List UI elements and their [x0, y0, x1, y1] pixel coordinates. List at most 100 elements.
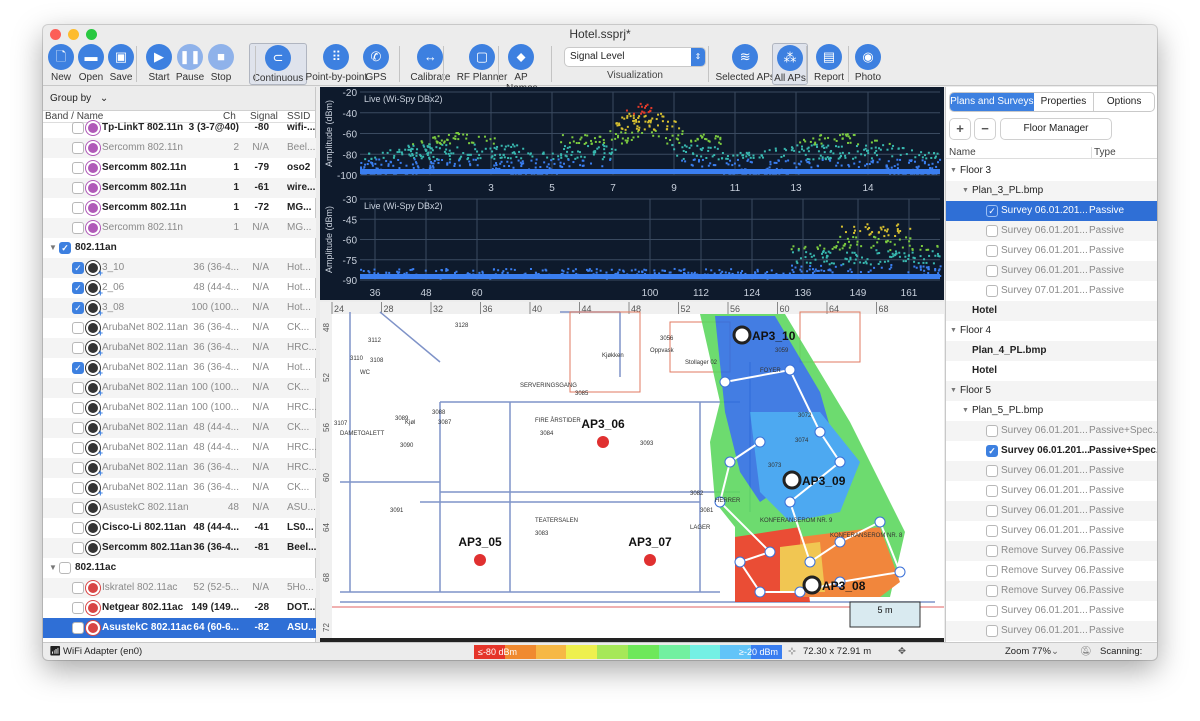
ap-row[interactable]: + ArubaNet 802.11an 36 (36-4... N/A CK... [43, 478, 316, 498]
ap-checkbox[interactable] [72, 522, 84, 534]
survey-checkbox[interactable]: ✓ [986, 205, 998, 217]
survey-row[interactable]: Survey 06.01.201... Passive [946, 481, 1157, 501]
report-button[interactable]: ▤ Report [814, 44, 844, 83]
pause-button[interactable]: ❚❚ Pause [175, 44, 205, 83]
disclosure-triangle-icon[interactable]: ▼ [950, 381, 957, 401]
ap-checkbox[interactable] [72, 182, 84, 194]
survey-checkbox[interactable] [986, 605, 998, 617]
ap-row[interactable]: Cisco-Li 802.11an 48 (44-4... -41 LS0... [43, 518, 316, 538]
all-aps-button[interactable]: ⁂ All APs [772, 43, 808, 85]
ap-checkbox[interactable] [72, 342, 84, 354]
ap-checkbox[interactable] [72, 422, 84, 434]
ap-row[interactable]: Sercomm 802.11n 1 -79 oso2 [43, 158, 316, 178]
start-button[interactable]: ▶ Start [144, 44, 174, 83]
survey-row[interactable]: Survey 06.01.201... Passive [946, 221, 1157, 241]
disclosure-triangle-icon[interactable]: ▼ [962, 181, 969, 201]
close-window-button[interactable] [50, 29, 61, 40]
group-checkbox[interactable] [59, 562, 71, 574]
ap-checkbox[interactable]: ✓ [72, 282, 84, 294]
survey-checkbox[interactable] [986, 505, 998, 517]
group-checkbox[interactable]: ✓ [59, 242, 71, 254]
survey-checkbox[interactable] [986, 625, 998, 637]
ap-marker-AP3_05[interactable]: AP3_05 [458, 535, 502, 566]
survey-row[interactable]: Remove Survey 06... Passive [946, 561, 1157, 581]
survey-checkbox[interactable] [986, 465, 998, 477]
ap-row[interactable]: ✓ + ArubaNet 802.11an 36 (36-4... N/A Hot... [43, 358, 316, 378]
survey-checkbox[interactable]: ✓ [986, 445, 998, 457]
tab-properties[interactable]: Properties [1034, 93, 1095, 111]
ap-row[interactable]: + ArubaNet 802.11an 36 (36-4... N/A HRC... [43, 338, 316, 358]
zoom-level[interactable]: Zoom 77% [1005, 643, 1051, 660]
plan-row[interactable]: Hotel [946, 301, 1157, 321]
survey-checkbox[interactable] [986, 585, 998, 597]
zoom-window-button[interactable] [86, 29, 97, 40]
survey-row[interactable]: Survey 06.01.201... Passive [946, 461, 1157, 481]
ap-row[interactable]: Sercomm 802.11n 2 N/A Beel... [43, 138, 316, 158]
ap-checkbox[interactable] [72, 202, 84, 214]
ap-row[interactable]: Sercomm 802.11an 36 (36-4... -81 Beel... [43, 538, 316, 558]
move-icon[interactable]: ✥ [898, 643, 906, 660]
floor-row[interactable]: ▼ Floor 4 [946, 321, 1157, 341]
ap-row[interactable]: + ArubaNet 802.11an 100 (100... N/A HRC... [43, 398, 316, 418]
ap-row[interactable]: + ArubaNet 802.11an 36 (36-4... N/A HRC... [43, 458, 316, 478]
tab-plans-and-surveys[interactable]: Plans and Surveys [950, 93, 1034, 111]
ap-row[interactable]: Netgear 802.11ac 149 (149... -28 DOT... [43, 598, 316, 618]
ap-checkbox[interactable] [72, 502, 84, 514]
floor-manager-button[interactable]: Floor Manager [1001, 119, 1111, 139]
ap-row[interactable]: ✓ +3_10 36 (36-4... N/A Hot... [43, 258, 316, 278]
visualization-select[interactable]: Signal Level ⇕ [565, 48, 705, 66]
floor-row[interactable]: ▼ Floor 3 [946, 161, 1157, 181]
ap-checkbox[interactable] [72, 402, 84, 414]
ap-checkbox[interactable] [72, 462, 84, 474]
ap-row[interactable]: Sercomm 802.11n 1 N/A MG... [43, 218, 316, 238]
ap-marker-AP3_10[interactable]: AP3_10 [732, 325, 796, 345]
survey-row[interactable]: Remove Survey 06... Passive [946, 541, 1157, 561]
new-button[interactable]: 🗋︎ New [46, 44, 76, 83]
ap-row[interactable]: ✓ +3_08 100 (100... N/A Hot... [43, 298, 316, 318]
rf-planner-button[interactable]: ▢ RF Planner [453, 44, 511, 83]
ap-checkbox[interactable]: ✓ [72, 262, 84, 274]
survey-row[interactable]: Remove Survey 06... Passive [946, 581, 1157, 601]
survey-row[interactable]: Survey 06.01.201... Passive [946, 241, 1157, 261]
ap-row[interactable]: Sercomm 802.11n 1 -61 wire... [43, 178, 316, 198]
minimize-window-button[interactable] [68, 29, 79, 40]
ap-row[interactable]: Iskratel 802.11ac 52 (52-5... N/A 5Ho... [43, 578, 316, 598]
column-name[interactable]: Name [949, 147, 976, 158]
plan-row[interactable]: Plan_4_PL.bmp [946, 341, 1157, 361]
survey-row[interactable]: ✓ Survey 06.01.201... Passive+Spec... [946, 441, 1157, 461]
survey-checkbox[interactable] [986, 485, 998, 497]
ap-row[interactable]: ✓ +2_06 48 (44-4... N/A Hot... [43, 278, 316, 298]
ap-checkbox[interactable] [72, 222, 84, 234]
survey-row[interactable]: Survey 06.01.201... Passive [946, 501, 1157, 521]
zoom-chevron-icon[interactable]: ⌄ [1051, 643, 1059, 660]
ap-checkbox[interactable] [72, 322, 84, 334]
band-group-802.11ac[interactable]: ▼ 802.11ac [43, 558, 316, 578]
survey-checkbox[interactable] [986, 545, 998, 557]
band-group-802.11an[interactable]: ▼ ✓ 802.11an [43, 238, 316, 258]
calibrate-button[interactable]: ↔ Calibrate [404, 44, 457, 83]
ap-checkbox[interactable] [72, 122, 84, 134]
plan-row[interactable]: ▼ Plan_5_PL.bmp [946, 401, 1157, 421]
disclosure-triangle-icon[interactable]: ▼ [962, 401, 969, 421]
ap-checkbox[interactable] [72, 582, 84, 594]
ap-row[interactable]: Sercomm 802.11n 1 -72 MG... [43, 198, 316, 218]
survey-checkbox[interactable] [986, 225, 998, 237]
disclosure-triangle-icon[interactable]: ▼ [49, 558, 57, 578]
plan-row[interactable]: ▼ Plan_3_PL.bmp [946, 181, 1157, 201]
ap-marker-AP3_06[interactable]: AP3_06 [581, 417, 625, 448]
ap-checkbox[interactable] [72, 142, 84, 154]
survey-row[interactable]: Survey 06.01.201... Passive+Spec... [946, 421, 1157, 441]
ap-row[interactable]: Tp-LinkT 802.11n 3 (3-7@40) -80 wifi-... [43, 118, 316, 138]
disclosure-triangle-icon[interactable]: ▼ [950, 161, 957, 181]
ap-checkbox[interactable] [72, 542, 84, 554]
survey-checkbox[interactable] [986, 565, 998, 577]
survey-checkbox[interactable] [986, 265, 998, 277]
ap-row[interactable]: + ArubaNet 802.11an 100 (100... N/A CK... [43, 378, 316, 398]
remove-button[interactable]: − [975, 119, 995, 139]
disclosure-triangle-icon[interactable]: ▼ [49, 238, 57, 258]
ap-row[interactable]: + ArubaNet 802.11an 48 (44-4... N/A CK... [43, 418, 316, 438]
ap-checkbox[interactable] [72, 482, 84, 494]
add-button[interactable]: + [950, 119, 970, 139]
ap-marker-AP3_08[interactable]: AP3_08 [802, 575, 866, 595]
disclosure-triangle-icon[interactable]: ▼ [950, 321, 957, 341]
